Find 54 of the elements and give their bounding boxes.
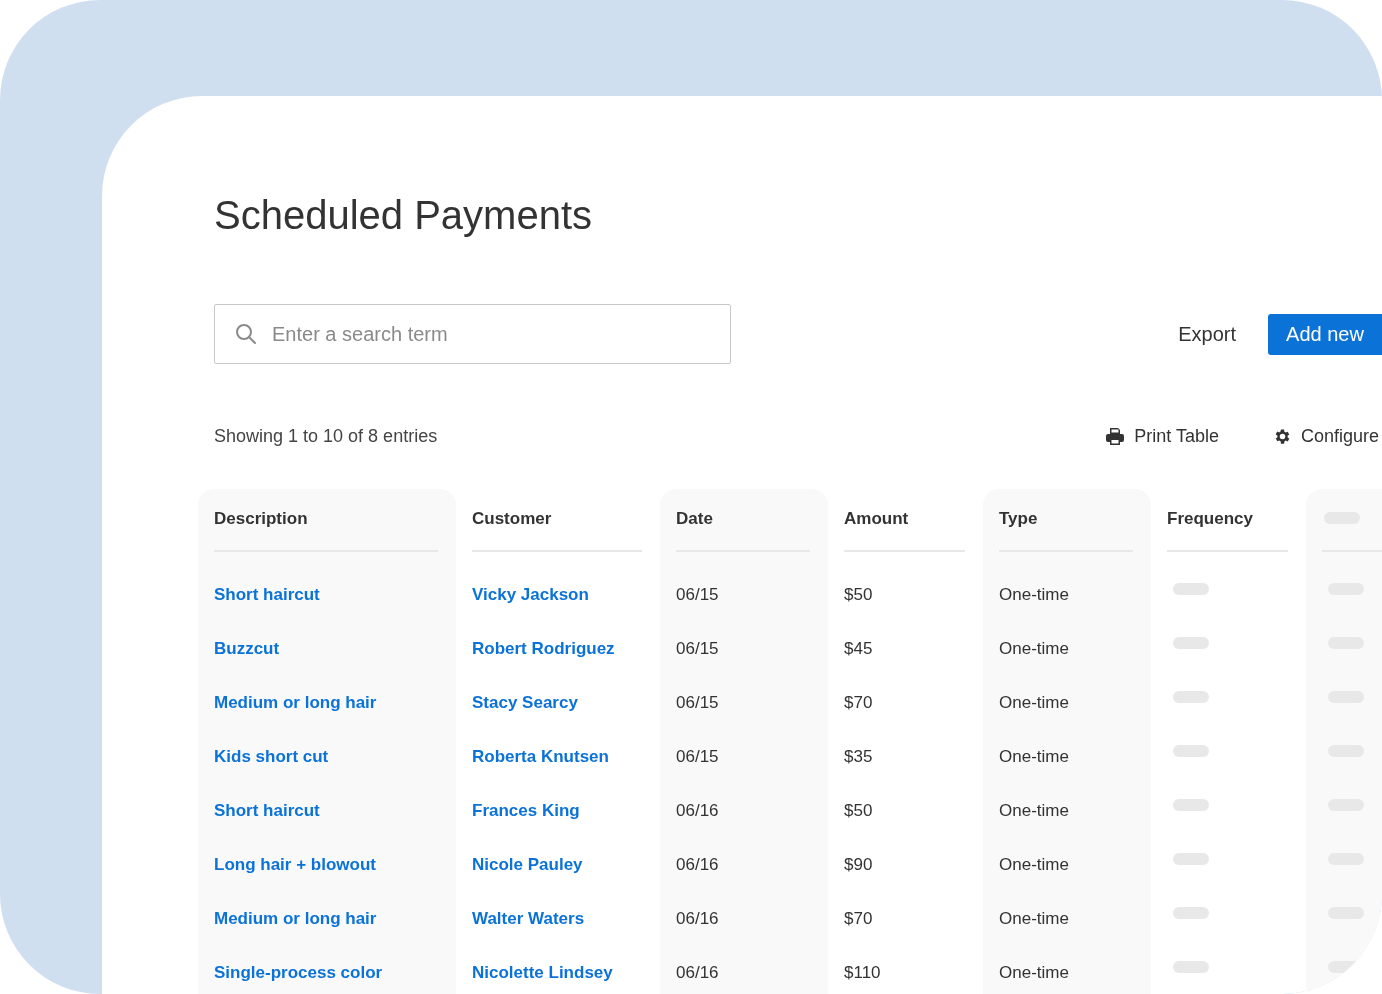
customer-link[interactable]: Nicole Pauley	[472, 855, 583, 875]
customer-link[interactable]: Walter Waters	[472, 909, 585, 929]
table-cell: $70	[844, 909, 873, 929]
table-cell: One-time	[999, 909, 1069, 929]
table-cell: One-time	[999, 639, 1069, 659]
customer-link[interactable]: Robert Rodriguez	[472, 639, 615, 659]
page-title: Scheduled Payments	[214, 192, 593, 238]
table-cell: $70	[844, 693, 873, 713]
description-link[interactable]: Short haircut	[214, 585, 320, 605]
table-cell: 06/16	[676, 801, 719, 821]
customer-link[interactable]: Vicky Jackson	[472, 585, 589, 605]
table-cell: $50	[844, 801, 873, 821]
column-header[interactable]: Amount	[844, 509, 909, 529]
printer-icon	[1105, 427, 1126, 446]
column-header[interactable]: Date	[676, 509, 713, 529]
table-cell: $50	[844, 585, 873, 605]
table-cell: $45	[844, 639, 873, 659]
table-cell: 06/15	[676, 693, 719, 713]
customer-link[interactable]: Stacy Searcy	[472, 693, 578, 713]
customer-link[interactable]: Roberta Knutsen	[472, 747, 609, 767]
table-cell: 06/15	[676, 747, 719, 767]
description-link[interactable]: Buzzcut	[214, 639, 280, 659]
table-cell: One-time	[999, 585, 1069, 605]
table-cell: 06/16	[676, 909, 719, 929]
column-header[interactable]: Customer	[472, 509, 552, 529]
table-cell: One-time	[999, 747, 1069, 767]
table-cell: One-time	[999, 855, 1069, 875]
column-header[interactable]: Frequency	[1167, 509, 1253, 529]
export-button[interactable]: Export	[1178, 314, 1236, 354]
table-cell: 06/16	[676, 855, 719, 875]
customer-link[interactable]: Frances King	[472, 801, 580, 821]
description-link[interactable]: Medium or long hair	[214, 909, 377, 929]
table-cell: One-time	[999, 963, 1069, 983]
search-field[interactable]: Enter a search term	[214, 304, 731, 364]
column-header[interactable]: Description	[214, 509, 308, 529]
customer-link[interactable]: Nicolette Lindsey	[472, 963, 613, 983]
table-cell: 06/16	[676, 963, 719, 983]
description-link[interactable]: Medium or long hair	[214, 693, 377, 713]
table-cell: $90	[844, 855, 873, 875]
description-link[interactable]: Single-process color	[214, 963, 383, 983]
table-cell: One-time	[999, 801, 1069, 821]
print-table-button[interactable]: Print Table	[1105, 426, 1219, 447]
description-link[interactable]: Short haircut	[214, 801, 320, 821]
configure-button[interactable]: Configure	[1272, 426, 1379, 447]
table-cell: $110	[844, 963, 881, 983]
description-link[interactable]: Long hair + blowout	[214, 855, 376, 875]
table-cell: 06/15	[676, 585, 719, 605]
entries-summary: Showing 1 to 10 of 8 entries	[214, 426, 438, 447]
add-new-button[interactable]: Add new	[1268, 313, 1382, 355]
description-link[interactable]: Kids short cut	[214, 747, 329, 767]
column-header[interactable]: Type	[999, 509, 1038, 529]
table-cell: One-time	[999, 693, 1069, 713]
table-cell: 06/15	[676, 639, 719, 659]
table-cell: $35	[844, 747, 873, 767]
